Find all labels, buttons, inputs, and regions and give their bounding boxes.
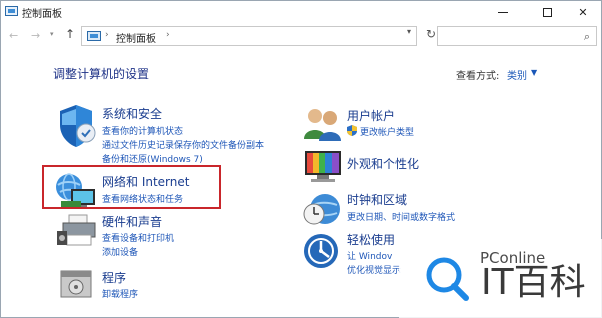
close-button[interactable]: ✕ [567,1,599,23]
shield-icon [60,105,96,147]
address-bar[interactable]: › 控制面板 › [81,26,417,46]
address-dropdown-chevron-icon[interactable]: ▾ [407,27,411,36]
minimize-icon [498,11,508,13]
control-panel-window: 控制面板 ✕ ← → ▾ ↑ › 控制面板 › ▾ ↻ ⌕ 调整计算机的设置 查… [0,0,602,318]
breadcrumb-control-panel[interactable]: 控制面板 [116,30,156,45]
link-uninstall-program[interactable]: 卸载程序 [102,287,138,300]
programs-icon [60,270,92,298]
category-appearance-personalization[interactable]: 外观和个性化 [347,155,419,172]
search-input[interactable]: ⌕ [437,26,597,46]
view-by-dropdown[interactable]: 类别 [507,67,527,82]
breadcrumb-separator-trailing[interactable]: › [166,30,170,40]
clock-globe-icon [303,194,340,225]
link-change-date-time-format[interactable]: 更改日期、时间或数字格式 [347,210,455,223]
close-icon: ✕ [578,5,588,19]
window-title: 控制面板 [22,9,62,20]
maximize-button[interactable] [531,1,563,23]
title-bar: 控制面板 ✕ [1,1,601,23]
forward-arrow-icon[interactable]: → [31,29,40,42]
appearance-icon [305,151,341,182]
category-hardware-sound[interactable]: 硬件和声音 [102,213,162,230]
printer-icon [57,214,96,246]
link-view-devices-printers[interactable]: 查看设备和打印机 [102,231,174,244]
view-by-label: 查看方式: [456,71,500,82]
uac-shield-icon [347,125,357,136]
breadcrumb-separator[interactable]: › [105,30,109,40]
link-optimize-visual-display[interactable]: 优化视觉显示 [347,263,401,276]
link-backup-restore-windows7[interactable]: 备份和还原(Windows 7) [102,152,203,165]
minimize-button[interactable] [487,1,519,23]
category-ease-of-access[interactable]: 轻松使用 [347,231,395,248]
up-arrow-icon[interactable]: ↑ [65,27,75,41]
page-title: 调整计算机的设置 [53,67,150,81]
watermark-brand-text: IT百科 [481,262,586,303]
pconline-logo-icon [419,250,473,304]
link-file-history-backup[interactable]: 通过文件历史记录保存你的文件备份副本 [102,138,264,151]
link-view-computer-status[interactable]: 查看你的计算机状态 [102,124,183,137]
control-panel-location-icon [87,31,101,41]
search-icon: ⌕ [583,30,590,43]
network-category-highlight [42,165,221,209]
link-change-account-type[interactable]: 更改帐户类型 [360,125,414,138]
ease-of-access-icon [304,234,338,268]
control-panel-app-icon [5,6,18,16]
category-programs[interactable]: 程序 [102,269,126,286]
users-icon [304,109,341,141]
link-add-device[interactable]: 添加设备 [102,245,138,258]
recent-locations-chevron-icon[interactable]: ▾ [50,30,54,38]
view-by-chevron-icon[interactable]: ▼ [531,68,537,77]
category-user-accounts[interactable]: 用户帐户 [347,107,395,124]
category-system-security[interactable]: 系统和安全 [102,105,162,122]
link-let-windows-suggest[interactable]: 让 Windov [347,249,392,262]
back-arrow-icon[interactable]: ← [9,29,18,42]
category-clock-region[interactable]: 时钟和区域 [347,191,407,208]
maximize-icon [542,7,552,17]
